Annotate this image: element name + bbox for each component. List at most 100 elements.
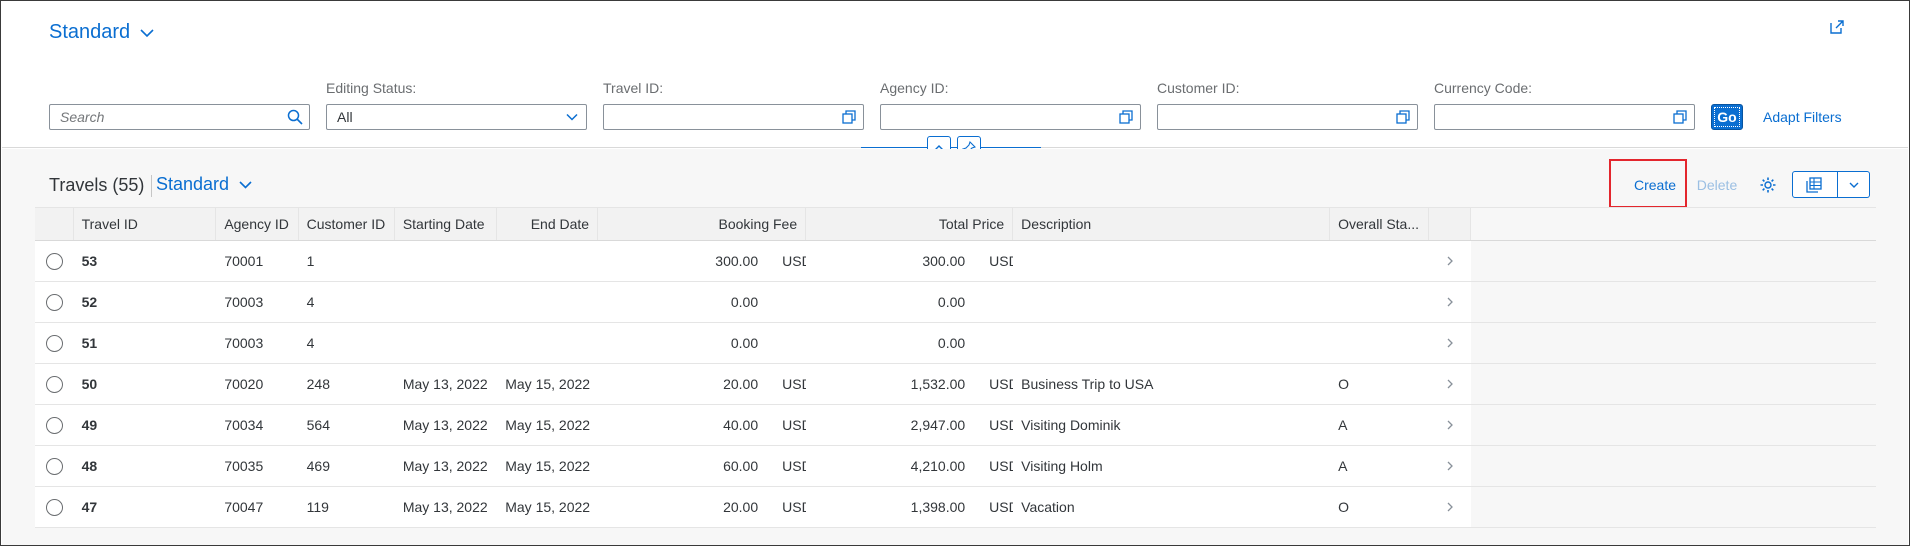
editing-status-select[interactable]: All xyxy=(326,104,587,130)
row-select-radio[interactable] xyxy=(35,364,74,404)
table-row[interactable]: 48 70035 469 May 13, 2022 May 15, 2022 60.00 U… xyxy=(35,446,1877,487)
column-header-customer-id[interactable]: Customer ID xyxy=(299,208,395,240)
row-navigation[interactable] xyxy=(1429,364,1471,404)
chevron-down-icon xyxy=(1849,182,1858,188)
booking-fee-amount: 0.00 xyxy=(730,294,759,310)
radio-button[interactable] xyxy=(45,498,63,516)
search-input[interactable]: Search xyxy=(49,104,310,130)
radio-button[interactable] xyxy=(45,293,63,311)
row-navigation[interactable] xyxy=(1429,282,1471,322)
column-header-starting-date[interactable]: Starting Date xyxy=(395,208,497,240)
value-help-icon[interactable] xyxy=(1672,109,1688,125)
row-navigation[interactable] xyxy=(1429,487,1471,527)
column-header-end-date[interactable]: End Date xyxy=(497,208,599,240)
radio-button[interactable] xyxy=(45,252,63,270)
column-header-overall-status[interactable]: Overall Sta... xyxy=(1330,208,1430,240)
cell-description: Business Trip to USA xyxy=(1021,376,1154,392)
column-header-agency-id[interactable]: Agency ID xyxy=(216,208,299,240)
agency-id-label: Agency ID: xyxy=(880,80,949,96)
table-row[interactable]: 52 70003 4 0.00 0.00 xyxy=(35,282,1877,323)
table-header-row: Travel ID Agency ID Customer ID Starting… xyxy=(35,207,1876,241)
chevron-right-icon xyxy=(1447,256,1454,266)
column-header-description[interactable]: Description xyxy=(1013,208,1331,240)
export-button[interactable] xyxy=(1792,171,1838,198)
radio-button[interactable] xyxy=(45,375,63,393)
filter-search: Search xyxy=(49,80,310,130)
row-select-radio[interactable] xyxy=(35,405,74,445)
cell-total-price: 2,947.00 USD xyxy=(806,405,1014,445)
cell-end-date: May 15, 2022 xyxy=(505,458,591,474)
cell-customer-id: 4 xyxy=(306,335,315,351)
export-options-button[interactable] xyxy=(1838,171,1870,198)
value-help-icon[interactable] xyxy=(841,109,857,125)
cell-booking-fee: 40.00 USD xyxy=(598,405,806,445)
column-header-travel-id[interactable]: Travel ID xyxy=(74,208,217,240)
currency-code-label: Currency Code: xyxy=(1434,80,1533,96)
agency-id-input[interactable] xyxy=(880,104,1141,130)
booking-fee-currency: USD xyxy=(782,376,806,392)
currency-code-input[interactable] xyxy=(1434,104,1695,130)
cell-starting-date xyxy=(395,282,497,322)
table-row[interactable]: 49 70034 564 May 13, 2022 May 15, 2022 40.00 U… xyxy=(35,405,1877,446)
row-select-radio[interactable] xyxy=(35,282,74,322)
table-row[interactable]: 53 70001 1 300.00 USD 300.00 USD xyxy=(35,241,1877,282)
cell-overall-status xyxy=(1330,323,1429,363)
row-navigation[interactable] xyxy=(1429,405,1471,445)
delete-button[interactable]: Delete xyxy=(1694,171,1740,199)
go-button[interactable]: Go xyxy=(1711,104,1743,130)
value-help-icon[interactable] xyxy=(1395,109,1411,125)
table-variant-selector[interactable]: Standard xyxy=(156,174,254,195)
table-filler xyxy=(1470,241,1877,281)
filter-agency-id: Agency ID: xyxy=(880,80,1141,130)
cell-booking-fee: 0.00 xyxy=(598,282,806,322)
booking-fee-currency: USD xyxy=(782,458,806,474)
booking-fee-amount: 20.00 xyxy=(723,499,759,515)
cell-total-price: 0.00 xyxy=(806,282,1013,322)
chevron-down-icon xyxy=(239,181,252,189)
cell-description: Vacation xyxy=(1021,499,1075,515)
row-navigation[interactable] xyxy=(1429,241,1471,281)
travels-table: Travel ID Agency ID Customer ID Starting… xyxy=(35,207,1877,528)
chevron-down-icon xyxy=(140,28,154,37)
cell-starting-date: May 13, 2022 xyxy=(402,417,488,433)
cell-total-price: 1,532.00 USD xyxy=(806,364,1014,404)
row-navigation[interactable] xyxy=(1429,446,1471,486)
table-row[interactable]: 47 70047 119 May 13, 2022 May 15, 2022 20.00 U… xyxy=(35,487,1877,528)
cell-customer-id: 248 xyxy=(306,376,330,392)
page-variant-label: Standard xyxy=(49,21,131,43)
row-select-radio[interactable] xyxy=(35,241,74,281)
booking-fee-amount: 40.00 xyxy=(723,417,759,433)
row-select-radio[interactable] xyxy=(35,323,74,363)
cell-travel-id: 52 xyxy=(81,294,98,310)
create-button[interactable]: Create xyxy=(1631,171,1679,199)
total-price-currency: USD xyxy=(989,417,1013,433)
value-help-icon[interactable] xyxy=(1118,109,1134,125)
filter-header: Standard Search Editing Status: All Trav… xyxy=(2,2,1908,148)
page-variant-selector[interactable]: Standard xyxy=(49,21,156,44)
radio-button[interactable] xyxy=(45,334,63,352)
chevron-down-icon[interactable] xyxy=(564,109,580,125)
column-header-booking-fee[interactable]: Booking Fee xyxy=(598,208,807,240)
customer-id-input[interactable] xyxy=(1157,104,1418,130)
cell-overall-status: O xyxy=(1338,499,1349,515)
radio-button[interactable] xyxy=(45,457,63,475)
table-row[interactable]: 50 70020 248 May 13, 2022 May 15, 2022 20.00 U… xyxy=(35,364,1877,405)
column-header-total-price[interactable]: Total Price xyxy=(806,208,1014,240)
travel-id-input[interactable] xyxy=(603,104,864,130)
search-icon[interactable] xyxy=(287,109,303,125)
row-select-radio[interactable] xyxy=(35,487,74,527)
chevron-right-icon xyxy=(1447,502,1454,512)
cell-customer-id: 1 xyxy=(306,253,315,269)
share-icon[interactable] xyxy=(1828,18,1846,36)
row-select-radio[interactable] xyxy=(35,446,74,486)
row-navigation[interactable] xyxy=(1429,323,1471,363)
cell-description xyxy=(1013,241,1330,281)
gear-icon[interactable] xyxy=(1759,176,1777,194)
adapt-filters-button[interactable]: Adapt Filters xyxy=(1763,104,1842,130)
total-price-amount: 0.00 xyxy=(937,335,966,351)
cell-total-price: 4,210.00 USD xyxy=(806,446,1014,486)
radio-button[interactable] xyxy=(45,416,63,434)
table-body: 53700011300.00USD300.00USD527000340.000.… xyxy=(35,241,1877,528)
cell-description: Visiting Holm xyxy=(1021,458,1103,474)
table-row[interactable]: 51 70003 4 0.00 0.00 xyxy=(35,323,1877,364)
